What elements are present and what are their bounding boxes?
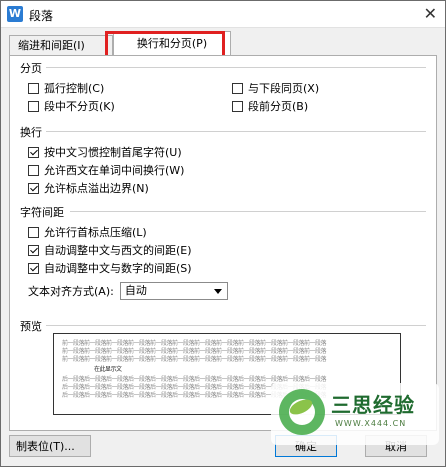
watermark-url: WWW.X444.CN bbox=[335, 419, 407, 428]
wps-writer-icon: W bbox=[7, 6, 23, 22]
section-preview-label: 预览 bbox=[20, 320, 42, 333]
chevron-down-icon bbox=[213, 289, 222, 294]
checkbox-label: 自动调整中文与数字的间距(S) bbox=[44, 262, 192, 275]
chinese-rules-checkbox[interactable]: 按中文习惯控制首尾字符(U) bbox=[28, 144, 182, 160]
checkbox-box bbox=[28, 164, 39, 176]
checkbox-box bbox=[28, 182, 39, 194]
section-line-break-label: 换行 bbox=[20, 126, 42, 139]
keep-with-next-checkbox[interactable]: 与下段同页(X) bbox=[232, 80, 319, 96]
checkbox-label: 允许行首标点压缩(L) bbox=[44, 226, 147, 239]
section-divider bbox=[70, 211, 426, 212]
checkbox-box bbox=[232, 100, 243, 112]
auto-space-cn-num-checkbox[interactable]: 自动调整中文与数字的间距(S) bbox=[28, 260, 192, 276]
tab-indent-spacing[interactable]: 缩进和间距(I) bbox=[9, 35, 113, 56]
close-icon[interactable]: ✕ bbox=[424, 4, 437, 23]
checkbox-label: 自动调整中文与西文的间距(E) bbox=[44, 244, 192, 257]
checkbox-box bbox=[28, 262, 39, 274]
section-char-spacing-label: 字符间距 bbox=[20, 206, 64, 219]
checkbox-label: 段前分页(B) bbox=[248, 100, 309, 113]
section-divider bbox=[46, 67, 426, 68]
auto-space-cn-en-checkbox[interactable]: 自动调整中文与西文的间距(E) bbox=[28, 242, 192, 258]
dialog-title: 段落 bbox=[29, 9, 54, 23]
allow-punct-overflow-checkbox[interactable]: 允许标点溢出边界(N) bbox=[28, 180, 149, 196]
widow-control-checkbox[interactable]: 孤行控制(C) bbox=[28, 80, 104, 96]
title-bar: W 段落 ✕ bbox=[1, 1, 445, 28]
checkbox-box bbox=[232, 82, 243, 94]
checkbox-box bbox=[28, 146, 39, 158]
checkbox-label: 段中不分页(K) bbox=[44, 100, 115, 113]
text-alignment-value: 自动 bbox=[124, 284, 147, 297]
paragraph-dialog: W 段落 ✕ 缩进和间距(I) 换行和分页(P) 分页 孤行控制(C) 与下段同… bbox=[0, 0, 446, 467]
allow-word-break-checkbox[interactable]: 允许西文在单词中间换行(W) bbox=[28, 162, 184, 178]
watermark-logo: 三思经验 WWW.X444.CN bbox=[271, 383, 439, 445]
checkbox-box bbox=[28, 244, 39, 256]
preview-prev-line: 前一段落前一段落前一段落前一段落前一段落前一段落前一段落前一段落前一段落前一段落… bbox=[62, 356, 327, 363]
text-alignment-label: 文本对齐方式(A): bbox=[28, 285, 114, 298]
keep-lines-together-checkbox[interactable]: 段中不分页(K) bbox=[28, 98, 115, 114]
section-divider bbox=[46, 325, 426, 326]
compress-leading-punct-checkbox[interactable]: 允许行首标点压缩(L) bbox=[28, 224, 147, 240]
checkbox-box bbox=[28, 82, 39, 94]
watermark-brand: 三思经验 bbox=[331, 393, 415, 417]
preview-sample-text: 在此显示文 bbox=[94, 366, 122, 373]
text-alignment-row: 文本对齐方式(A): 自动 bbox=[28, 282, 228, 300]
checkbox-label: 允许西文在单词中间换行(W) bbox=[44, 164, 185, 177]
checkbox-label: 允许标点溢出边界(N) bbox=[44, 182, 149, 195]
text-alignment-select[interactable]: 自动 bbox=[119, 282, 228, 300]
page-break-before-checkbox[interactable]: 段前分页(B) bbox=[232, 98, 308, 114]
checkbox-label: 孤行控制(C) bbox=[44, 82, 105, 95]
checkbox-label: 按中文习惯控制首尾字符(U) bbox=[44, 146, 182, 159]
section-divider bbox=[46, 131, 426, 132]
tab-stops-button[interactable]: 制表位(T)... bbox=[9, 435, 91, 457]
section-pagination-label: 分页 bbox=[20, 62, 42, 75]
checkbox-label: 与下段同页(X) bbox=[248, 82, 320, 95]
checkbox-box bbox=[28, 226, 39, 238]
checkbox-box bbox=[28, 100, 39, 112]
